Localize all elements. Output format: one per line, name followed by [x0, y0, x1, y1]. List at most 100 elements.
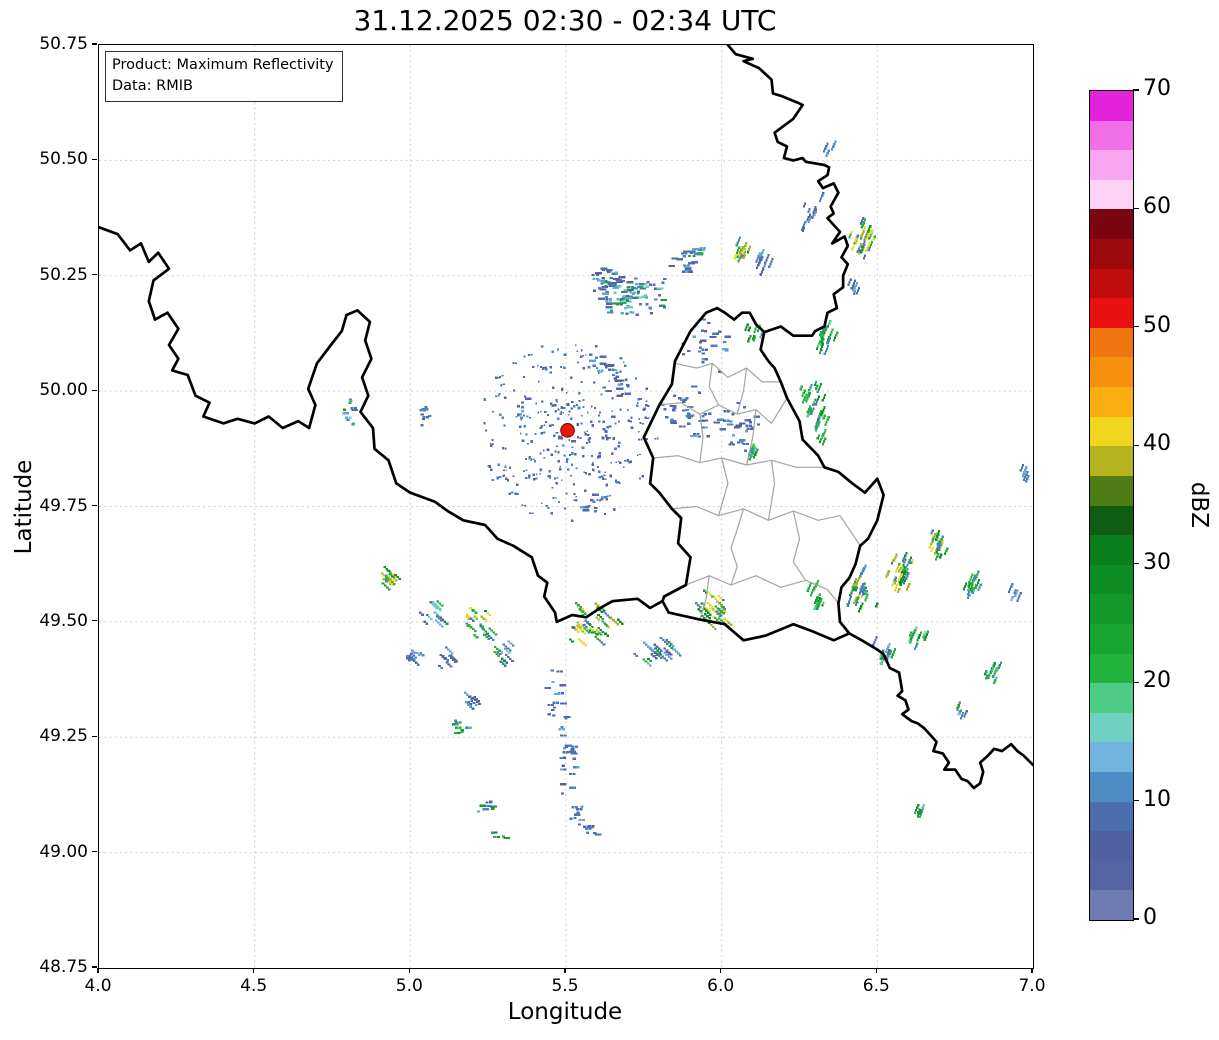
radar-echo-pixel: [571, 440, 574, 443]
radar-echo-pixel: [799, 388, 802, 391]
radar-echo-pixel: [723, 617, 726, 620]
radar-echo-pixel: [865, 237, 868, 241]
figure-title: 31.12.2025 02:30 - 02:34 UTC: [353, 4, 777, 37]
radar-echo-pixel: [643, 282, 647, 286]
radar-echo-pixel: [469, 703, 472, 706]
radar-echo-pixel: [607, 626, 611, 629]
radar-echo-pixel: [756, 423, 760, 426]
x-tick-label: 5.5: [551, 976, 579, 996]
radar-echo-pixel: [816, 345, 820, 348]
radar-echo-pixel: [598, 455, 601, 458]
radar-echo-pixel: [628, 297, 632, 300]
radar-echo-pixel: [762, 267, 765, 270]
radar-echo-pixel: [620, 312, 624, 315]
radar-echo-pixel: [818, 199, 822, 202]
radar-echo-pixel: [582, 398, 585, 401]
radar-echo-pixel: [564, 745, 569, 748]
radar-echo-pixel: [467, 623, 471, 626]
radar-echo-pixel: [711, 625, 715, 629]
radar-echo-pixel: [580, 506, 584, 509]
radar-echo-pixel: [490, 637, 493, 640]
y-tick-label: 49.75: [39, 495, 88, 516]
radar-echo-pixel: [612, 437, 616, 440]
radar-echo-pixel: [814, 604, 817, 608]
radar-echo-pixel: [387, 570, 391, 573]
radar-echo-pixel: [520, 416, 524, 419]
radar-echo-pixel: [439, 607, 442, 610]
radar-echo-pixel: [721, 348, 725, 351]
radar-echo-pixel: [701, 352, 705, 355]
radar-echo-pixel: [541, 400, 544, 403]
radar-echo-pixel: [410, 656, 414, 659]
radar-echo-pixel: [687, 349, 691, 353]
radar-echo-pixel: [582, 642, 585, 645]
radar-echo-pixel: [834, 140, 837, 143]
radar-echo-pixel: [752, 451, 755, 455]
radar-echo-pixel: [704, 358, 708, 361]
radar-echo-pixel: [551, 486, 554, 489]
radar-echo-pixel: [539, 469, 542, 472]
radar-echo-pixel: [382, 578, 386, 581]
radar-echo-pixel: [855, 599, 858, 603]
radar-echo-pixel: [497, 395, 500, 397]
radar-echo-pixel: [582, 509, 586, 512]
radar-echo-pixel: [967, 596, 970, 600]
radar-echo-pixel: [897, 578, 901, 582]
radar-echo-pixel: [536, 473, 538, 476]
radar-echo-pixel: [570, 463, 574, 466]
radar-echo-pixel: [648, 306, 652, 309]
radar-echo-pixel: [569, 772, 573, 776]
radar-echo-pixel: [901, 571, 904, 574]
radar-echo-pixel: [863, 254, 867, 257]
radar-echo-pixel: [819, 340, 822, 343]
radar-echo-pixel: [671, 257, 675, 260]
radar-echo-pixel: [601, 297, 605, 300]
radar-echo-pixel: [604, 478, 607, 481]
radar-echo-pixel: [923, 633, 926, 637]
radar-echo-pixel: [902, 575, 905, 578]
radar-echo-pixel: [485, 429, 487, 432]
radar-echo-pixel: [921, 806, 924, 809]
radar-echo-pixel: [408, 654, 412, 657]
radar-echo-pixel: [509, 466, 512, 469]
radar-echo-pixel: [735, 243, 738, 247]
radar-echo-pixel: [502, 474, 505, 477]
radar-echo-pixel: [700, 602, 704, 605]
radar-echo-pixel: [737, 260, 740, 263]
radar-echo-pixel: [529, 512, 532, 515]
radar-echo-pixel: [571, 400, 574, 404]
radar-echo-pixel: [647, 417, 650, 420]
radar-echo-pixel: [892, 650, 895, 654]
radar-echo-pixel: [664, 298, 668, 302]
radar-echo-pixel: [703, 589, 706, 592]
radar-echo-pixel: [644, 416, 647, 419]
radar-echo-pixel: [496, 835, 500, 839]
radar-echo-pixel: [599, 615, 602, 619]
colorbar-band: [1090, 120, 1133, 151]
radar-echo-pixel: [855, 578, 858, 581]
radar-echo-pixel: [663, 640, 667, 644]
y-tick-mark: [92, 620, 97, 622]
radar-echo-pixel: [597, 618, 600, 621]
radar-echo-pixel: [420, 413, 424, 416]
colorbar-tick-label: 0: [1143, 905, 1157, 930]
radar-echo-pixel: [718, 330, 722, 333]
radar-echo-pixel: [621, 379, 625, 382]
radar-echo-pixel: [486, 808, 490, 811]
radar-echo-pixel: [1010, 585, 1013, 588]
radar-echo-pixel: [651, 649, 654, 652]
radar-echo-pixel: [585, 629, 589, 632]
radar-echo-pixel: [822, 191, 825, 195]
radar-echo-pixel: [391, 580, 394, 584]
radar-echo-pixel: [563, 702, 567, 705]
radar-echo-pixel: [996, 669, 999, 672]
radar-echo-pixel: [879, 661, 882, 665]
radar-echo-pixel: [588, 825, 592, 828]
radar-echo-pixel: [853, 580, 857, 584]
radar-echo-pixel: [560, 734, 564, 737]
radar-echo-pixel: [744, 244, 747, 248]
radar-echo-pixel: [847, 600, 850, 603]
radar-echo-pixel: [474, 629, 477, 632]
radar-echo-pixel: [821, 411, 824, 414]
radar-echo-pixel: [600, 267, 604, 270]
